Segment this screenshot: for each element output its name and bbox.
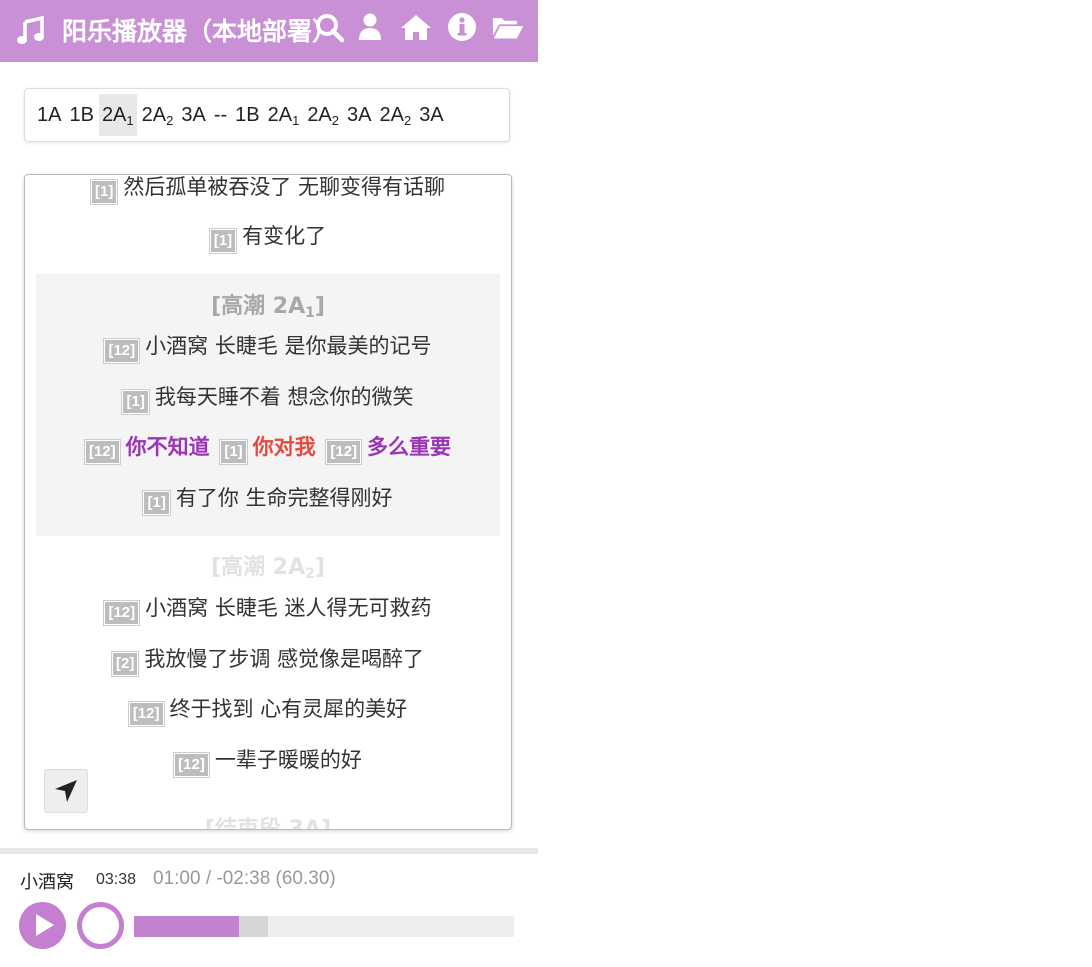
lyric-text: 我每天睡不着 想念你的微笑: [154, 385, 414, 409]
lyric-tag: [1]: [220, 440, 247, 464]
lyric-tag: [12]: [84, 440, 120, 464]
lyric-tag: [12]: [128, 702, 164, 726]
lyric-text: 我放慢了步调 感觉像是喝醉了: [144, 647, 425, 671]
folder-open-icon[interactable]: [492, 11, 524, 43]
section-tab[interactable]: 2A1: [98, 94, 137, 136]
play-button[interactable]: [19, 902, 66, 949]
music-icon: [17, 16, 44, 44]
lyric-line: [12] 小酒窝 长睫毛 是你最美的记号: [25, 330, 511, 363]
lyric-tag: [12]: [174, 753, 209, 777]
section-nav: 1A 1B 2A1 2A2 3A -- 1B 2A1 2A2 3A 2A2 3A: [24, 88, 510, 142]
header-icons: [354, 10, 524, 44]
lyric-line: [1] 有变化了: [25, 220, 511, 253]
song-duration: 03:38: [96, 871, 137, 888]
section-tab[interactable]: 2A2: [304, 94, 342, 136]
lyric-text: 一辈子暖暖的好: [214, 748, 362, 772]
lyric-text: 然后孤单被吞没了 无聊变得有话聊: [123, 175, 446, 199]
section-tab[interactable]: 1B: [232, 94, 262, 136]
time-status: 01:00 / -02:38 (60.30): [153, 868, 336, 889]
lyric-text: 小酒窝 长睫毛 迷人得无可救药: [145, 596, 432, 620]
lyric-tag: [1]: [90, 180, 118, 204]
song-title: 小酒窝: [20, 872, 74, 893]
section-heading: [高潮 2A1]: [211, 294, 325, 321]
lyric-line: [1] 有了你 生命完整得刚好: [25, 482, 511, 515]
locate-current-button[interactable]: [44, 769, 88, 813]
location-arrow-icon: [55, 780, 77, 802]
section-tab[interactable]: 3A: [416, 94, 446, 136]
lyric-line: [2] 我放慢了步调 感觉像是喝醉了: [25, 643, 511, 676]
player-app: 阳乐播放器（本地部署） 1A 1B 2A1 2A2 3A -- 1B 2A1 2…: [0, 0, 538, 967]
lyric-text-highlight: 你对我: [252, 435, 316, 459]
lyric-line: [1] 然后孤单被吞没了 无聊变得有话聊: [25, 175, 511, 204]
home-icon[interactable]: [400, 11, 432, 43]
lyric-text: 小酒窝 长睫毛 是你最美的记号: [145, 334, 432, 358]
circle-icon: [82, 907, 119, 944]
section-tab[interactable]: 2A1: [265, 94, 303, 136]
lyric-text: 有变化了: [242, 224, 327, 248]
lyric-text: 终于找到 心有灵犀的美好: [169, 697, 408, 721]
lyric-line: [12] 一辈子暖暖的好: [25, 744, 511, 777]
lyric-tag: [1]: [143, 491, 170, 515]
lyric-tag: [1]: [122, 390, 149, 414]
player-divider: [0, 848, 538, 854]
lyric-text-highlight: 多么重要: [367, 435, 452, 459]
lyric-tag: [2]: [111, 652, 139, 676]
section-tab[interactable]: 2A2: [139, 94, 177, 136]
info-icon[interactable]: [446, 11, 478, 43]
section-tab[interactable]: --: [211, 94, 230, 136]
lyric-line: [12] 小酒窝 长睫毛 迷人得无可救药: [25, 592, 511, 625]
lyric-line: [1] 我每天睡不着 想念你的微笑: [25, 381, 511, 414]
app-header: 阳乐播放器（本地部署）: [0, 0, 538, 62]
section-tab[interactable]: 3A: [178, 94, 208, 136]
section-tab[interactable]: 2A2: [376, 94, 414, 136]
progress-bar[interactable]: [134, 916, 514, 937]
lyric-text: 有了你 生命完整得刚好: [175, 486, 393, 510]
section-tab[interactable]: 1B: [66, 94, 96, 136]
app-title: 阳乐播放器（本地部署）: [62, 17, 338, 46]
section-heading: [高潮 2A2]: [211, 555, 325, 582]
lyric-line-current: [12] 你不知道 [1] 你对我 [12] 多么重要: [25, 431, 511, 464]
loop-mode-button[interactable]: [77, 902, 124, 949]
user-icon[interactable]: [354, 11, 386, 43]
progress-played: [134, 916, 239, 937]
lyric-tag: [12]: [326, 440, 362, 464]
section-tab[interactable]: 1A: [34, 94, 64, 136]
search-icon[interactable]: [314, 12, 348, 44]
section-heading: [结束段 3A]: [204, 817, 332, 830]
lyric-line: [12] 终于找到 心有灵犀的美好: [25, 693, 511, 726]
lyrics-panel[interactable]: [1] 然后孤单被吞没了 无聊变得有话聊 [1] 有变化了 [高潮 2A1] [12…: [24, 174, 512, 830]
section-tab[interactable]: 3A: [344, 94, 374, 136]
lyric-tag: [1]: [209, 229, 237, 253]
play-icon: [36, 914, 54, 936]
lyric-tag: [12]: [104, 601, 140, 625]
lyric-text-highlight: 你不知道: [125, 435, 210, 459]
lyric-tag: [12]: [104, 339, 140, 363]
